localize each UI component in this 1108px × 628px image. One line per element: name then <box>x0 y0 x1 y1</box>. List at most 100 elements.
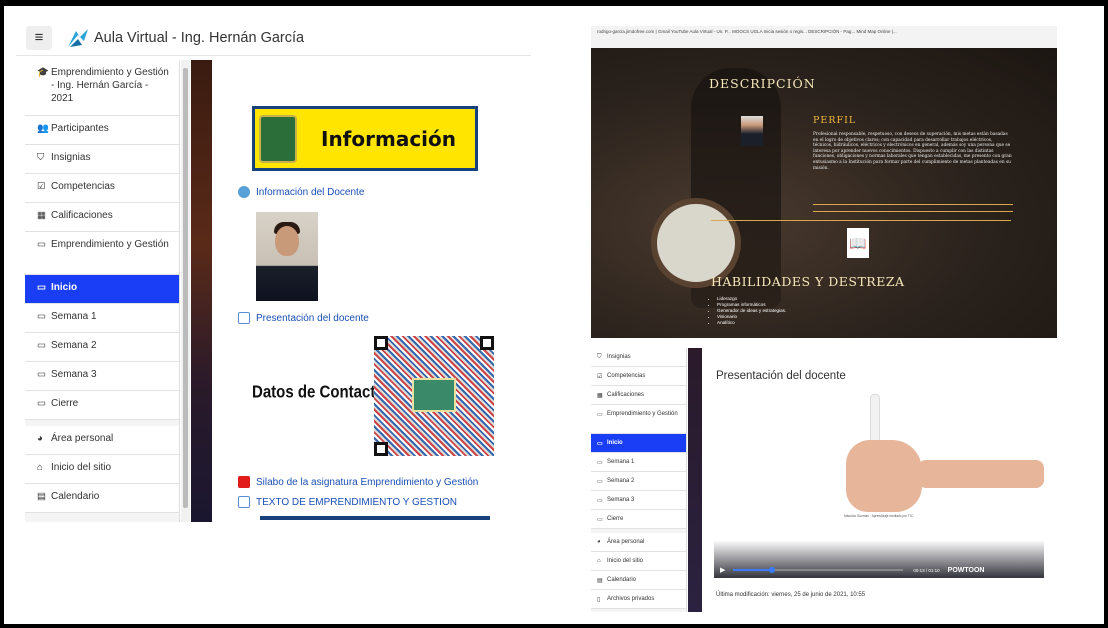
sidebar-item-semana-1[interactable]: ▭ Semana 1 <box>591 453 686 472</box>
heading-habilidades: HABILIDADES Y DESTREZA <box>711 274 905 289</box>
link-silabo[interactable]: Silabo de la asignatura Emprendimiento y… <box>238 476 478 488</box>
sidebar-item-participantes[interactable]: 👥 Participantes <box>25 116 179 145</box>
sidebar-item-emprendimiento-y-gestión[interactable]: ▭ Emprendimiento y Gestión <box>591 405 686 434</box>
skills-list: LiderazgoProgramas informáticosGenerador… <box>717 296 786 326</box>
sidebar-item-calificaciones[interactable]: ▦ Calificaciones <box>25 203 179 232</box>
sidebar-item-archivos-privados[interactable]: ▯ Archivos privados <box>591 590 686 609</box>
sidebar-item-label[interactable]: Semana 3 <box>607 497 634 503</box>
sidebar-item-semana-3[interactable]: ▭ Semana 3 <box>25 362 179 391</box>
dashboard-icon: ◕ <box>597 539 601 545</box>
folder-icon: ▭ <box>597 517 603 523</box>
progress-handle[interactable] <box>769 567 776 573</box>
checkbox-icon: ☑ <box>597 374 603 380</box>
sidebar-item-insignias[interactable]: ⛉ Insignias <box>591 348 686 367</box>
play-icon[interactable]: ▶ <box>720 566 725 574</box>
sidebar-item-label[interactable]: Inicio del sitio <box>51 461 111 474</box>
link-presentacion[interactable]: Presentación del docente <box>238 312 369 324</box>
sidebar-item-cierre[interactable]: ▭ Cierre <box>591 510 686 529</box>
folder-icon: ▭ <box>37 369 46 380</box>
link-texto[interactable]: TEXTO DE EMPRENDIMIENTO Y GESTION <box>238 496 457 508</box>
sidebar-item-área-personal[interactable]: ◕ Área personal <box>591 533 686 552</box>
sidebar-item-calendario[interactable]: ▤ Calendario <box>25 484 179 513</box>
link-label[interactable]: Presentación del docente <box>256 313 369 324</box>
folder-icon: ▭ <box>597 460 603 466</box>
sidebar-item-semana-3[interactable]: ▭ Semana 3 <box>591 491 686 510</box>
info-banner: Información <box>252 106 478 171</box>
sidebar-item-label[interactable]: Área personal <box>607 539 644 545</box>
sidebar-item-emprendimiento-y-gestión-ing-h[interactable]: 🎓 Emprendimiento y Gestión - Ing. Hernán … <box>25 60 179 116</box>
sidebar-item-label[interactable]: Emprendimiento y Gestión <box>607 411 678 417</box>
sidebar-item-label[interactable]: Calificaciones <box>51 209 113 222</box>
course-content: Información Información del Docente Pres… <box>212 60 531 522</box>
sidebar-item-label[interactable]: Cierre <box>607 516 623 522</box>
site-title[interactable]: Aula Virtual - Ing. Hernán García <box>94 30 304 46</box>
sidebar-item-emprendimiento-y-gestión[interactable]: ▭ Emprendimiento y Gestión <box>25 232 179 275</box>
book-icon: 📖 <box>847 228 869 258</box>
link-label[interactable]: Información del Docente <box>256 187 364 198</box>
sidebar-item-semana-2[interactable]: ▭ Semana 2 <box>591 472 686 491</box>
sidebar-item-label[interactable]: Insignias <box>607 354 631 360</box>
moodle-course-screenshot: ≡ Aula Virtual - Ing. Hernán García 🎓 Emp… <box>16 20 531 522</box>
sidebar-item-inicio-del-sitio[interactable]: ⌂ Inicio del sitio <box>25 455 179 484</box>
sidebar-item-cierre[interactable]: ▭ Cierre <box>25 391 179 420</box>
sidebar-item-label[interactable]: Semana 1 <box>607 459 634 465</box>
browser-bookmarks-bar[interactable]: rodrigo-garcia.jimdofree.com | Gmail You… <box>591 26 1057 48</box>
sidebar-item-competencias[interactable]: ☑ Competencias <box>591 367 686 386</box>
sidebar-item-label[interactable]: Semana 2 <box>51 339 97 352</box>
sidebar-item-label[interactable]: Semana 2 <box>607 478 634 484</box>
skill-item: Analítico <box>717 320 786 326</box>
sidebar-item-inicio[interactable]: ▭ Inicio <box>591 434 686 453</box>
folder-icon: ▭ <box>597 412 603 418</box>
qr-code-icon[interactable] <box>374 336 494 456</box>
sidebar-item-insignias[interactable]: ⛉ Insignias <box>25 145 179 174</box>
folder-icon: ▭ <box>597 441 603 447</box>
sidebar-item-competencias[interactable]: ☑ Competencias <box>25 174 179 203</box>
sidebar-item-label[interactable]: Emprendimiento y Gestión - Ing. Hernán G… <box>51 66 171 105</box>
scrollbar-thumb[interactable] <box>183 68 188 508</box>
qr-finder <box>374 336 388 350</box>
menu-toggle-icon[interactable]: ≡ <box>26 25 52 50</box>
institution-seal-icon <box>259 114 297 163</box>
sidebar-item-label[interactable]: Semana 1 <box>51 310 97 323</box>
sidebar-item-label[interactable]: Calendario <box>51 490 99 503</box>
sidebar-item-calendario[interactable]: ▤ Calendario <box>591 571 686 590</box>
home-icon: ⌂ <box>597 558 601 564</box>
sidebar-item-label[interactable]: Archivos privados <box>607 596 654 602</box>
sidebar-item-semana-2[interactable]: ▭ Semana 2 <box>25 333 179 362</box>
link-docente-info[interactable]: Información del Docente <box>238 186 364 198</box>
teacher-photo <box>256 212 318 301</box>
sidebar-item-label[interactable]: Inicio <box>51 281 77 294</box>
sidebar-item-label[interactable]: Área personal <box>51 432 113 445</box>
last-modified: Última modificación: viernes, 25 de juni… <box>716 592 866 598</box>
sidebar-item-label[interactable]: Cierre <box>51 397 78 410</box>
sidebar-item-label[interactable]: Competencias <box>607 373 645 379</box>
sidebar-item-label[interactable]: Semana 3 <box>51 368 97 381</box>
sidebar-item-label[interactable]: Insignias <box>51 151 90 164</box>
video-player[interactable]: Mauricio Guzmán · Aprendizaje mediado po… <box>714 390 1044 578</box>
sidebar-item-label[interactable]: Emprendimiento y Gestión <box>51 238 169 251</box>
divider <box>813 211 1013 212</box>
sidebar-scrollbar[interactable] <box>181 60 190 522</box>
sidebar-item-label[interactable]: Calendario <box>607 577 636 583</box>
sidebar-item-label[interactable]: Inicio del sitio <box>607 558 643 564</box>
sidebar-item-label[interactable]: Inicio <box>607 440 623 446</box>
link-label[interactable]: Silabo de la asignatura Emprendimiento y… <box>256 477 478 488</box>
dashboard-icon: ◕ <box>37 433 43 444</box>
file-icon <box>238 496 250 508</box>
sidebar-item-calificaciones[interactable]: ▦ Calificaciones <box>591 386 686 405</box>
video-frame-hand <box>846 440 922 512</box>
sidebar-item-label[interactable]: Participantes <box>51 122 109 135</box>
sidebar-item-label[interactable]: Calificaciones <box>607 392 644 398</box>
table-icon: ▦ <box>597 393 603 399</box>
sidebar-item-inicio-del-sitio[interactable]: ⌂ Inicio del sitio <box>591 552 686 571</box>
web-page-icon <box>238 186 250 198</box>
qr-finder <box>374 442 388 456</box>
home-icon: ⌂ <box>37 462 43 473</box>
video-progress-bar[interactable] <box>733 567 904 573</box>
sidebar-item-semana-1[interactable]: ▭ Semana 1 <box>25 304 179 333</box>
course-sidebar-small: ⛉ Insignias ☑ Competencias ▦ Calificaciones ▭ E… <box>591 348 687 612</box>
sidebar-item-inicio[interactable]: ▭ Inicio <box>25 275 179 304</box>
sidebar-item-label[interactable]: Competencias <box>51 180 115 193</box>
link-label[interactable]: TEXTO DE EMPRENDIMIENTO Y GESTION <box>256 497 457 508</box>
sidebar-item-área-personal[interactable]: ◕ Área personal <box>25 426 179 455</box>
